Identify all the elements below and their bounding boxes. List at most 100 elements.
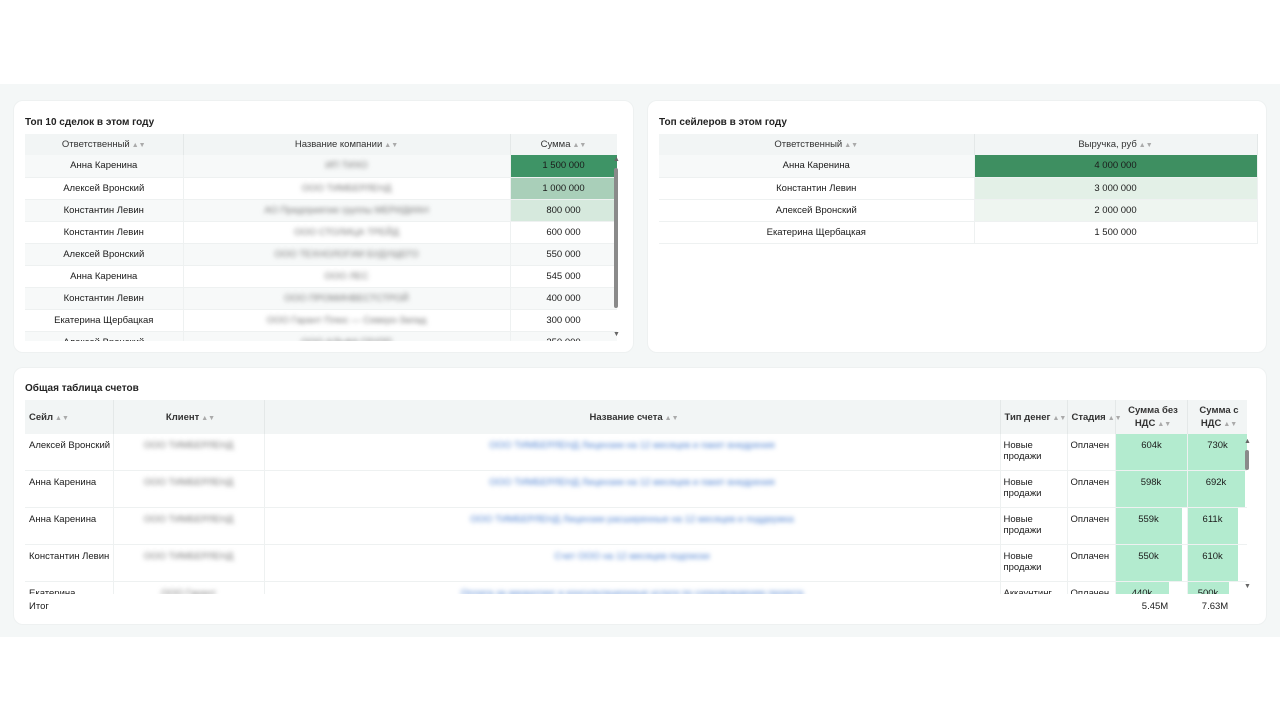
gross-cell: 692k bbox=[1187, 470, 1247, 508]
client-name: ООО ТИМБЕРЛЕНД bbox=[143, 440, 234, 451]
invoices-table: Сейл ▲▼ Клиент ▲▼ Название счета ▲▼ Тип ден… bbox=[25, 400, 1247, 594]
top-sellers-title: Топ сейлеров в этом году bbox=[659, 117, 787, 128]
net-bar: 440k bbox=[1115, 582, 1169, 594]
sort-icon[interactable]: ▲▼ bbox=[573, 142, 587, 149]
sort-icon[interactable]: ▲▼ bbox=[1139, 142, 1153, 149]
invoice-link[interactable]: ООО ТИМБЕРЛЕНД Лицензии на 12 месяцев и … bbox=[489, 477, 774, 488]
totals-row: Итог 5.45M 7.63M bbox=[14, 594, 1268, 614]
scroll-thumb[interactable] bbox=[1245, 450, 1249, 470]
invoice-link[interactable]: ООО ТИМБЕРЛЕНД Лицензии на 12 месяцев и … bbox=[489, 440, 774, 451]
stage-cell: Оплачен bbox=[1067, 434, 1116, 471]
invoice-link[interactable]: ООО ТИМБЕРЛЕНД Лицензии расширенные на 1… bbox=[470, 514, 794, 525]
col-gross-header[interactable]: Сумма с НДС ▲▼ bbox=[1187, 400, 1247, 434]
top-sellers-card: Топ сейлеров в этом году Ответственный ▲▼… bbox=[647, 100, 1267, 353]
sort-icon[interactable]: ▲▼ bbox=[1052, 415, 1066, 422]
company-cell: ООО Гарант Плюс — Северо-Запад bbox=[183, 309, 511, 332]
invoices-scrollbar[interactable]: ▲ ▼ bbox=[1244, 438, 1251, 593]
net-bar: 550k bbox=[1115, 545, 1182, 581]
stage-cell: Оплачен bbox=[1067, 470, 1116, 508]
table-row: Анна Каренина ООО ЛЕС 545 000 bbox=[25, 265, 617, 288]
type-cell: Аккаунтинг bbox=[1000, 581, 1068, 594]
table-row: Алексей Вронский ООО ТИМБЕРЛЕНД ООО ТИМБЕР… bbox=[25, 434, 1247, 471]
invoices-table-wrap: Сейл ▲▼ Клиент ▲▼ Название счета ▲▼ Тип ден… bbox=[25, 400, 1247, 594]
sort-icon[interactable]: ▲▼ bbox=[384, 142, 398, 149]
col-sale-header[interactable]: Сейл ▲▼ bbox=[25, 400, 114, 434]
client-cell: ООО ТИМБЕРЛЕНД bbox=[113, 544, 265, 582]
table-row: Алексей Вронский ООО ТИМБЕРЛЕНД 1 000 000 bbox=[25, 177, 617, 200]
company-cell: ООО СТОЛИЦА ТРЕЙД bbox=[183, 221, 511, 244]
amount-cell: 1 000 000 bbox=[510, 177, 617, 200]
invoice-link[interactable]: Счет ООО на 12 месяцев подписки bbox=[554, 551, 709, 562]
scroll-up-icon[interactable]: ▲ bbox=[1244, 438, 1251, 445]
gross-bar: 692k bbox=[1187, 471, 1245, 507]
sort-icon[interactable]: ▲▼ bbox=[665, 415, 679, 422]
col-stage-header[interactable]: Стадия ▲▼ bbox=[1067, 400, 1122, 434]
stage-cell: Оплачен bbox=[1067, 544, 1116, 582]
sort-icon[interactable]: ▲▼ bbox=[132, 142, 146, 149]
owner-cell: Константин Левин bbox=[25, 287, 184, 310]
top-deals-title: Топ 10 сделок в этом году bbox=[25, 117, 155, 128]
gross-bar: 500k bbox=[1187, 582, 1229, 594]
table-row: Анна Каренина ООО ТИМБЕРЛЕНД ООО ТИМБЕРЛЕН… bbox=[25, 470, 1247, 508]
col-client-header[interactable]: Клиент ▲▼ bbox=[113, 400, 265, 434]
scroll-up-icon[interactable]: ▲ bbox=[613, 156, 620, 163]
invoice-name-cell: ООО ТИМБЕРЛЕНД Лицензии на 12 месяцев и … bbox=[264, 434, 1001, 471]
top-deals-table-wrap: Ответственный ▲▼ Название компании ▲▼ Сумм… bbox=[25, 134, 617, 341]
table-row: Константин Левин ООО СТОЛИЦА ТРЕЙД 600 000 bbox=[25, 221, 617, 244]
sort-icon[interactable]: ▲▼ bbox=[1223, 421, 1237, 428]
col-owner-header[interactable]: Ответственный ▲▼ bbox=[25, 134, 184, 155]
company-cell: ООО ТИМБЕРЛЕНД bbox=[183, 177, 511, 200]
table-row: Екатерина Щербацкая 1 500 000 bbox=[659, 221, 1258, 244]
sort-icon[interactable]: ▲▼ bbox=[1108, 415, 1122, 422]
top-sellers-table: Ответственный ▲▼ Выручка, руб ▲▼ Анна Каре… bbox=[659, 134, 1258, 244]
stage-cell: Оплачен bbox=[1067, 507, 1116, 545]
client-cell: ООО Гарант bbox=[113, 581, 265, 594]
table-row: Алексей Вронский 2 000 000 bbox=[659, 199, 1258, 222]
table-row: Константин Левин АО Предприятие группы МЕ… bbox=[25, 199, 617, 222]
gross-bar: 610k bbox=[1187, 545, 1238, 581]
top-deals-scrollbar[interactable]: ▲ ▼ bbox=[613, 156, 620, 341]
gross-bar: 730k bbox=[1187, 434, 1246, 470]
col-type-header[interactable]: Тип денег ▲▼ bbox=[1000, 400, 1068, 434]
sort-icon[interactable]: ▲▼ bbox=[1157, 421, 1171, 428]
table-row: Константин Левин ООО ПРОМИНВЕСТСТРОЙ 400 0… bbox=[25, 287, 617, 310]
sort-icon[interactable]: ▲▼ bbox=[844, 142, 858, 149]
net-bar: 598k bbox=[1115, 471, 1186, 507]
col-net-header[interactable]: Сумма без НДС ▲▼ bbox=[1115, 400, 1188, 434]
amount-cell: 250 000 bbox=[510, 331, 617, 341]
table-row: Анна Каренина ИП ТИХО 1 500 000 bbox=[25, 155, 617, 178]
company-name: ООО ТЕХНОЛОГИИ БУДУЩЕГО bbox=[274, 248, 419, 260]
top-sellers-table-wrap: Ответственный ▲▼ Выручка, руб ▲▼ Анна Каре… bbox=[659, 134, 1258, 244]
sale-cell: Алексей Вронский bbox=[25, 434, 114, 471]
col-amount-header[interactable]: Сумма ▲▼ bbox=[510, 134, 617, 155]
scroll-down-icon[interactable]: ▼ bbox=[1244, 583, 1251, 590]
stage-cell: Оплачен bbox=[1067, 581, 1116, 594]
sale-cell: Екатерина Щербацкая bbox=[25, 581, 114, 594]
top-deals-table: Ответственный ▲▼ Название компании ▲▼ Сумм… bbox=[25, 134, 617, 341]
net-cell: 440k bbox=[1115, 581, 1188, 594]
revenue-cell: 3 000 000 bbox=[974, 177, 1258, 200]
client-cell: ООО ТИМБЕРЛЕНД bbox=[113, 507, 265, 545]
scroll-thumb[interactable] bbox=[614, 168, 618, 308]
client-name: ООО ТИМБЕРЛЕНД bbox=[143, 551, 234, 562]
company-name: ООО СТОЛИЦА ТРЕЙД bbox=[294, 226, 399, 238]
net-cell: 604k bbox=[1115, 434, 1188, 471]
owner-cell: Алексей Вронский bbox=[25, 177, 184, 200]
amount-cell: 1 500 000 bbox=[510, 155, 617, 178]
col-revenue-header[interactable]: Выручка, руб ▲▼ bbox=[974, 134, 1258, 155]
col-company-header[interactable]: Название компании ▲▼ bbox=[183, 134, 511, 155]
company-name: ООО АЛЬФА ГРУПП bbox=[301, 337, 392, 342]
amount-cell: 800 000 bbox=[510, 199, 617, 222]
company-cell: ООО АЛЬФА ГРУПП bbox=[183, 331, 511, 342]
col-owner-header[interactable]: Ответственный ▲▼ bbox=[659, 134, 975, 155]
col-name-header[interactable]: Название счета ▲▼ bbox=[264, 400, 1001, 434]
sort-icon[interactable]: ▲▼ bbox=[55, 415, 69, 422]
net-cell: 559k bbox=[1115, 507, 1188, 545]
table-row: Екатерина Щербацкая ООО Гарант Плюс — Сев… bbox=[25, 309, 617, 332]
net-bar: 559k bbox=[1115, 508, 1182, 544]
scroll-down-icon[interactable]: ▼ bbox=[613, 331, 620, 338]
client-cell: ООО ТИМБЕРЛЕНД bbox=[113, 470, 265, 508]
invoice-name-cell: ООО ТИМБЕРЛЕНД Лицензии расширенные на 1… bbox=[264, 507, 1001, 545]
table-row: Анна Каренина ООО ТИМБЕРЛЕНД ООО ТИМБЕРЛЕН… bbox=[25, 507, 1247, 545]
sort-icon[interactable]: ▲▼ bbox=[201, 415, 215, 422]
